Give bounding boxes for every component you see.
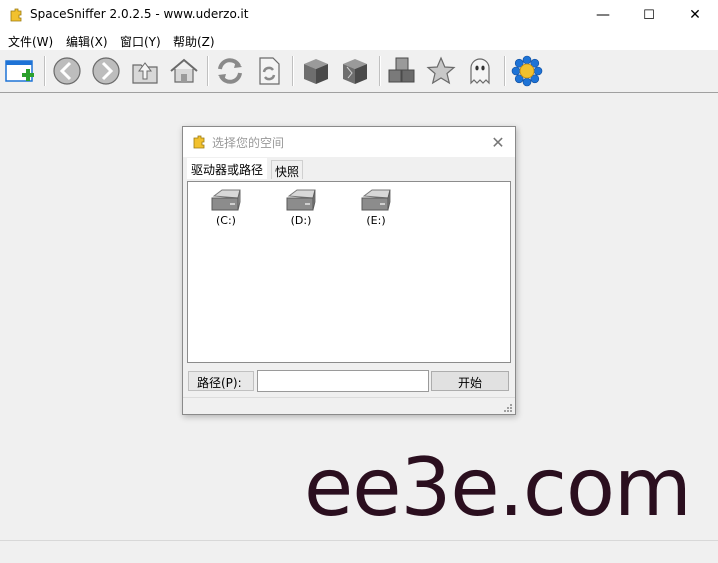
up-folder-icon[interactable] [129, 55, 161, 87]
menu-bar: 文件(W) 编辑(X) 窗口(Y) 帮助(Z) [0, 30, 718, 50]
toolbar-separator [207, 56, 209, 86]
toolbar-separator [44, 56, 46, 86]
star-icon[interactable] [425, 55, 457, 87]
minimize-button[interactable]: — [580, 0, 626, 30]
refresh-icon[interactable] [214, 55, 246, 87]
drive-list-panel: (C:) (D:) (E:) [187, 181, 511, 363]
menu-window[interactable]: 窗口(Y) [120, 33, 161, 50]
forward-icon[interactable] [90, 55, 122, 87]
path-input[interactable] [257, 370, 429, 392]
drive-item-c[interactable]: (C:) [196, 188, 256, 238]
dialog-status-bar [183, 397, 515, 415]
hard-drive-icon [286, 189, 316, 211]
dialog-close-button[interactable]: ✕ [487, 131, 509, 153]
cube-broken-icon[interactable] [339, 55, 371, 87]
close-button[interactable]: ✕ [672, 0, 718, 30]
watermark-text: ee3e.com [304, 441, 692, 534]
path-row: 路径(P): 开始 [187, 370, 511, 392]
menu-file[interactable]: 文件(W) [8, 33, 53, 50]
hard-drive-icon [361, 189, 391, 211]
toolbar [0, 50, 718, 93]
toolbar-separator [292, 56, 294, 86]
menu-edit[interactable]: 编辑(X) [66, 33, 108, 50]
hard-drive-icon [211, 189, 241, 211]
dialog-title: 选择您的空间 [212, 136, 285, 150]
cube-icon[interactable] [300, 55, 332, 87]
drive-label: (D:) [290, 214, 312, 227]
maximize-button[interactable]: ☐ [626, 0, 672, 30]
tab-snapshot[interactable]: 快照 [271, 160, 304, 179]
select-space-dialog: 选择您的空间 ✕ 驱动器或路径 快照 (C:) (D:) (E:) 路径(P):… [182, 126, 516, 415]
menu-help[interactable]: 帮助(Z) [173, 33, 215, 50]
drive-label: (E:) [366, 214, 386, 227]
title-bar: SpaceSniffer 2.0.2.5 - www.uderzo.it — ☐… [0, 0, 718, 30]
resize-grip-icon[interactable] [503, 403, 513, 413]
drive-item-d[interactable]: (D:) [271, 188, 331, 238]
tab-drives-or-path[interactable]: 驱动器或路径 [187, 158, 268, 179]
start-button[interactable]: 开始 [431, 371, 509, 391]
status-bar [0, 540, 718, 563]
dialog-title-bar: 选择您的空间 ✕ [183, 127, 515, 157]
new-view-icon[interactable] [4, 55, 36, 87]
app-puzzle-icon [10, 8, 22, 22]
drive-label: (C:) [216, 214, 236, 227]
dialog-puzzle-icon [193, 135, 205, 149]
path-label: 路径(P): [188, 371, 254, 391]
window-title: SpaceSniffer 2.0.2.5 - www.uderzo.it [30, 7, 249, 21]
drive-item-e[interactable]: (E:) [346, 188, 406, 238]
settings-flower-icon[interactable] [511, 55, 543, 87]
home-icon[interactable] [168, 55, 200, 87]
refresh-document-icon[interactable] [253, 55, 285, 87]
back-icon[interactable] [51, 55, 83, 87]
cubes-icon[interactable] [386, 55, 418, 87]
toolbar-separator [504, 56, 506, 86]
toolbar-separator [379, 56, 381, 86]
ghost-icon[interactable] [464, 55, 496, 87]
